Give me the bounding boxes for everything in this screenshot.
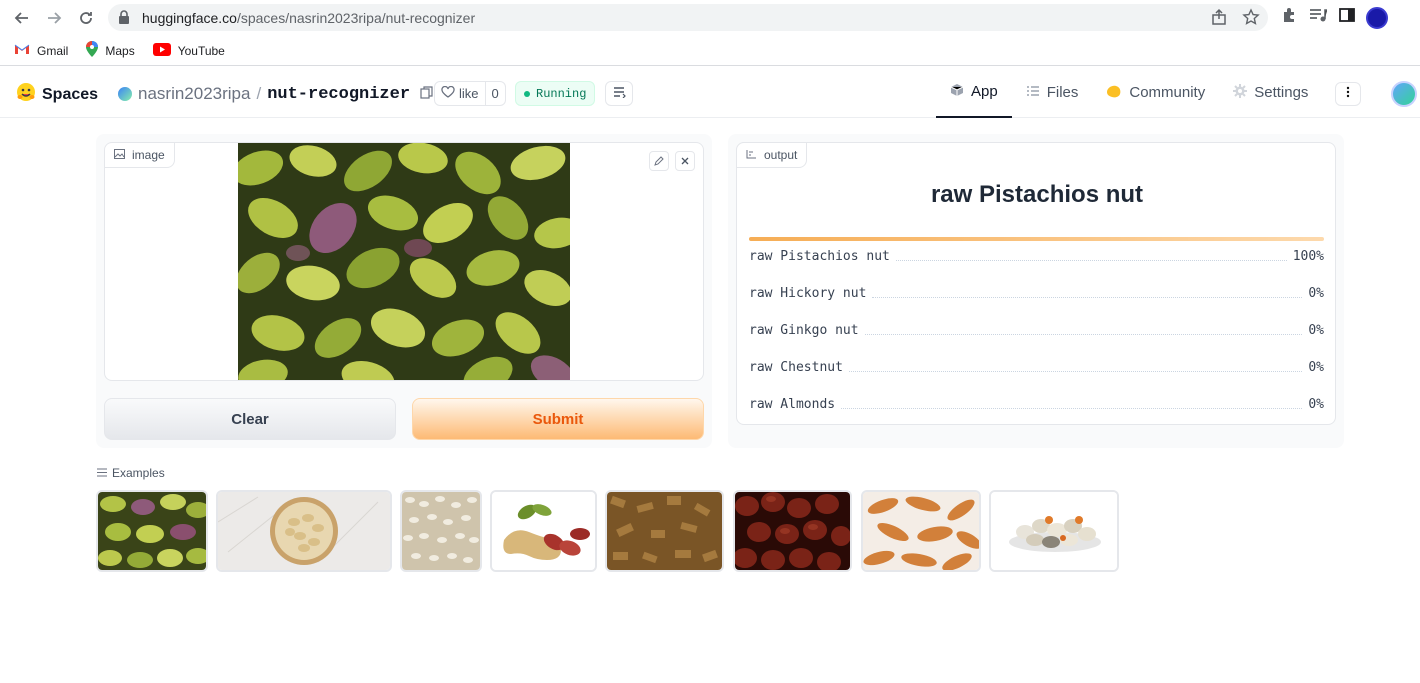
status-badge: Running [515,81,596,106]
confidence-value: 100% [1292,248,1324,264]
more-options-button[interactable] [1335,82,1361,106]
logs-button[interactable] [605,81,633,106]
submit-button[interactable]: Submit [412,398,704,440]
confidence-label: raw Chestnut [749,359,843,375]
image-label-tag: image [105,143,175,168]
close-icon[interactable] [675,151,695,171]
like-count: 0 [491,86,499,101]
example-pine-nuts[interactable] [861,490,981,572]
status-dot-icon [524,90,530,97]
confidence-value: 0% [1308,396,1324,412]
url-text: huggingface.co/spaces/nasrin2023ripa/nut… [142,10,476,26]
extensions-icon[interactable] [1280,6,1298,29]
tab-label: Community [1129,84,1206,101]
gmail-icon [14,43,30,58]
image-label: image [132,148,165,162]
spaces-logo[interactable]: Spaces [16,82,98,107]
address-bar[interactable]: huggingface.co/spaces/nasrin2023ripa/nut… [108,4,1268,31]
bookmark-maps[interactable]: Maps [86,41,135,60]
like-label: like [459,86,479,101]
vertical-dots-icon [1346,85,1350,103]
owner-link[interactable]: nasrin2023ripa [138,84,250,104]
edit-icon[interactable] [649,151,669,171]
confidence-row: raw Pistachios nut 100% [749,247,1324,265]
output-label-tag: output [736,142,808,168]
confidence-row: raw Chestnut 0% [749,358,1324,376]
confidence-label: raw Almonds [749,396,836,412]
confidence-value: 0% [1308,359,1324,375]
tab-label: Files [1046,84,1079,101]
gear-icon [1233,83,1248,102]
confidence-label: raw Ginkgo nut [749,322,859,338]
heart-icon [441,85,455,101]
confidence-value: 0% [1308,322,1324,338]
profile-avatar[interactable] [1366,6,1388,29]
bookmark-label: Maps [105,43,135,58]
cube-icon [950,83,964,101]
share-icon[interactable] [1210,8,1228,31]
user-avatar[interactable] [1391,81,1417,107]
clear-button[interactable]: Clear [104,398,396,440]
bookmarks-bar: Gmail Maps YouTube [0,36,1420,66]
tab-files[interactable]: Files [1012,67,1093,118]
confidence-label: raw Pistachios nut [749,248,890,264]
spaces-header: Spaces nasrin2023ripa / nut-recognizer l… [0,67,1420,118]
examples-label: Examples [112,466,165,480]
tab-label: App [971,83,998,100]
confidence-label: raw Hickory nut [749,285,867,301]
prediction-title: raw Pistachios nut [930,181,1144,208]
copy-icon[interactable] [420,84,433,104]
example-pistachios[interactable] [96,490,208,572]
bookmark-label: Gmail [37,43,69,58]
bookmark-gmail[interactable]: Gmail [14,43,68,58]
image-icon [114,148,125,162]
tab-settings[interactable]: Settings [1219,67,1322,118]
bookmark-youtube[interactable]: YouTube [152,42,225,59]
media-icon[interactable] [1308,6,1328,29]
output-label-box: output raw Pistachios nut raw Pistachios… [736,142,1336,425]
list-icon [97,466,107,480]
back-icon[interactable] [10,6,34,30]
owner-avatar [118,87,132,101]
tab-app[interactable]: App [936,67,1012,118]
image-input[interactable]: image [104,142,704,381]
tab-community[interactable]: Community [1092,67,1219,118]
example-walnuts[interactable] [605,490,724,572]
files-icon [1026,84,1040,101]
example-mixed-nuts[interactable] [989,490,1119,572]
youtube-icon [152,42,171,59]
like-button[interactable]: like 0 [434,81,506,106]
status-text: Running [536,86,587,101]
logs-icon [613,85,626,103]
space-tabs: App Files Community Settings [936,67,1322,118]
star-icon[interactable] [1242,8,1260,31]
example-cashews[interactable] [216,490,392,572]
sidepanel-icon[interactable] [1338,6,1356,29]
example-peanuts[interactable] [490,490,597,572]
browser-toolbar: huggingface.co/spaces/nasrin2023ripa/nut… [0,0,1420,36]
spaces-logo-text: Spaces [42,85,99,103]
output-label: output [764,148,798,162]
confidence-value: 0% [1308,285,1324,301]
hugging-face-icon [16,82,36,107]
example-chestnuts[interactable] [733,490,852,572]
repo-name[interactable]: nut-recognizer [267,85,410,104]
example-white-seeds[interactable] [400,490,482,572]
uploaded-image [232,143,582,380]
confidence-row: raw Ginkgo nut 0% [749,321,1324,339]
breadcrumb-separator: / [256,84,262,103]
community-icon [1106,84,1122,102]
label-icon [746,148,757,162]
breadcrumb: nasrin2023ripa / nut-recognizer [118,84,433,104]
forward-icon[interactable] [42,6,66,30]
confidence-row: raw Hickory nut 0% [749,284,1324,302]
reload-icon[interactable] [74,6,98,30]
examples-header: Examples [97,466,165,480]
tab-label: Settings [1254,84,1309,101]
bookmark-label: YouTube [177,43,225,58]
confidence-row: raw Almonds 0% [749,395,1324,413]
lock-icon [118,10,130,29]
maps-icon [86,41,99,60]
confidence-bar [749,237,1324,241]
